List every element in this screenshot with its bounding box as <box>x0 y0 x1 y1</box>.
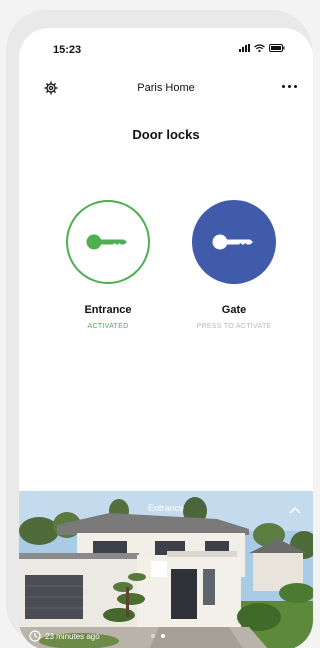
lock-entrance[interactable]: Entrance ACTIVATED <box>53 200 163 330</box>
lock-name: Gate <box>221 304 247 316</box>
more-options-icon[interactable] <box>282 85 297 88</box>
phone-frame: 15:23 Paris Home Door locks Entrance ACT… <box>6 10 313 648</box>
battery-icon <box>269 44 285 52</box>
home-title: Paris Home <box>137 82 195 94</box>
camera-timestamp: 23 minutes ago <box>29 630 100 642</box>
lock-gate-button[interactable] <box>192 200 276 284</box>
key-icon <box>212 234 253 250</box>
camera-page-indicator <box>151 634 165 638</box>
camera-timestamp-text: 23 minutes ago <box>45 631 100 641</box>
key-icon <box>86 234 127 250</box>
app-header: Paris Home <box>19 80 313 100</box>
lock-entrance-button[interactable] <box>66 200 150 284</box>
signal-icon <box>239 44 250 52</box>
status-time: 15:23 <box>53 44 82 56</box>
page-dot-active[interactable] <box>161 634 165 638</box>
camera-feed-image <box>19 491 313 648</box>
camera-label: Entrance <box>147 503 185 513</box>
status-bar: 15:23 <box>19 28 313 68</box>
lock-name: Entrance <box>84 304 132 316</box>
wifi-icon <box>254 44 265 52</box>
clock-icon <box>29 630 41 642</box>
camera-panel[interactable]: Entrance 23 minutes ago <box>19 491 313 648</box>
lock-gate[interactable]: Gate PRESS TO ACTIVATE <box>179 200 289 330</box>
lock-status: ACTIVATED <box>87 323 129 330</box>
lock-status: PRESS TO ACTIVATE <box>196 323 272 330</box>
chevron-up-icon[interactable] <box>289 501 301 519</box>
status-icons <box>239 44 285 52</box>
page-dot[interactable] <box>151 634 155 638</box>
page-title: Door locks <box>132 127 200 142</box>
app-screen: 15:23 Paris Home Door locks Entrance ACT… <box>19 28 313 648</box>
